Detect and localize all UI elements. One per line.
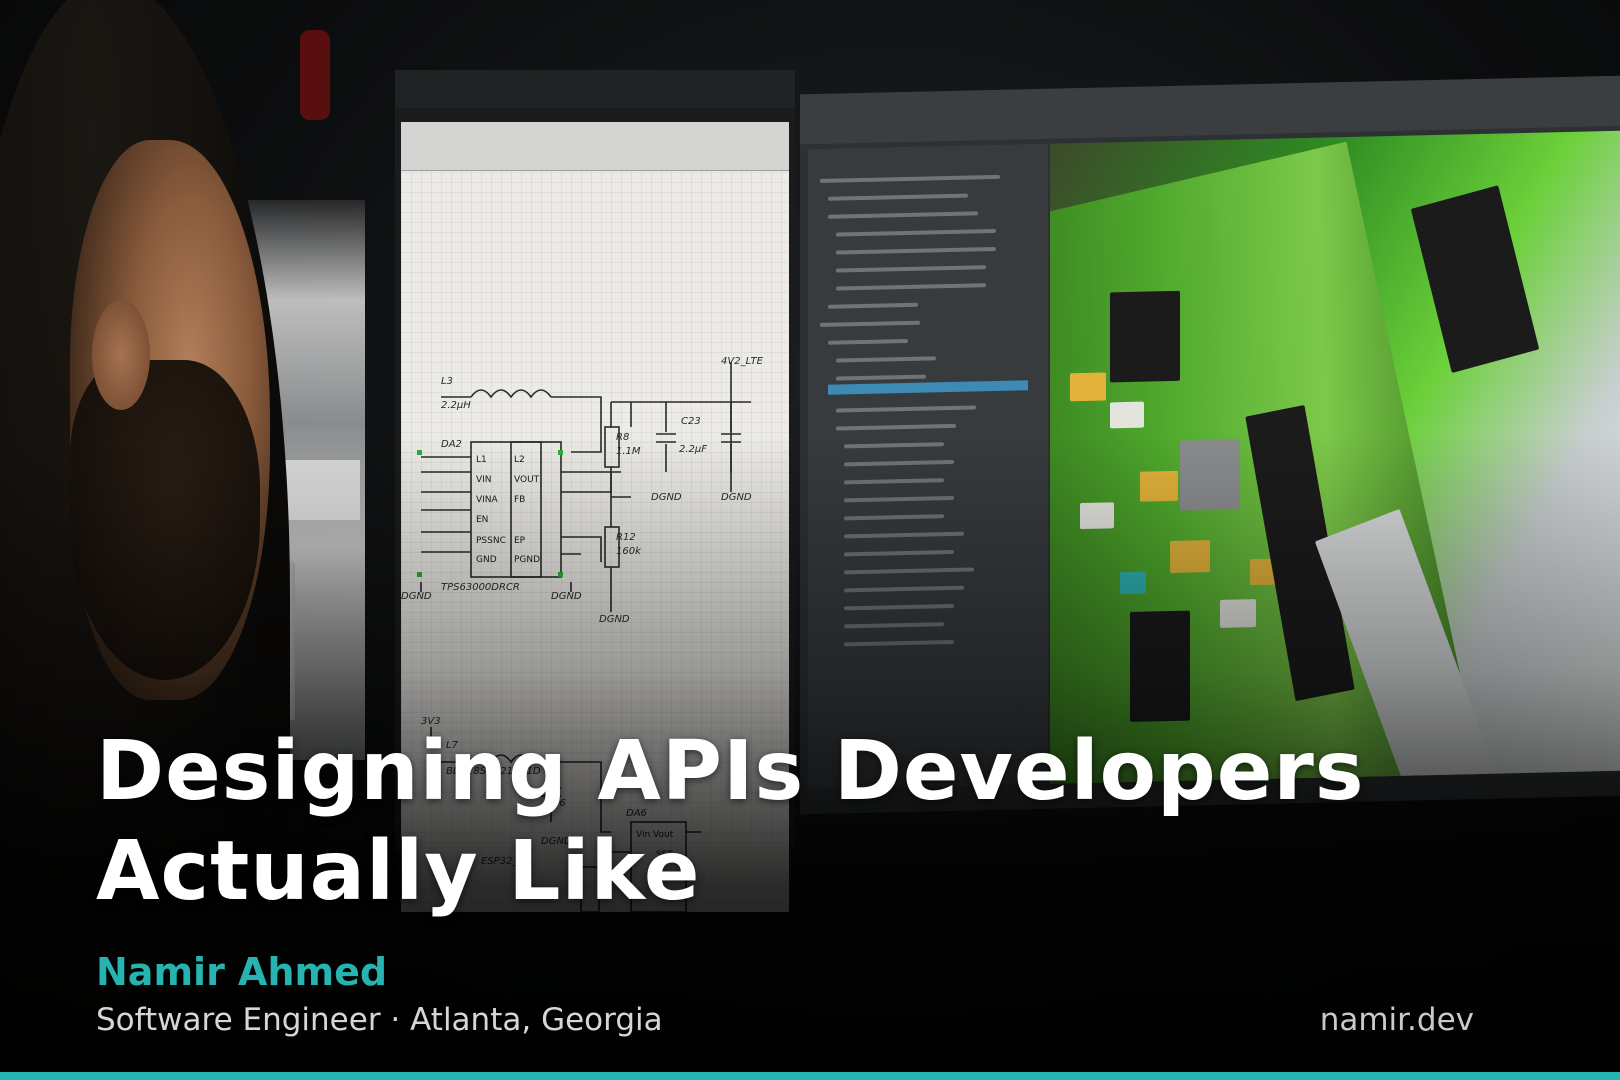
post-title: Designing APIs Developers Actually Like	[96, 722, 1536, 922]
site-url[interactable]: namir.dev	[1320, 1002, 1474, 1038]
title-block: Designing APIs Developers Actually Like	[96, 722, 1536, 922]
author-name: Namir Ahmed	[96, 950, 388, 994]
author-subtitle: Software Engineer · Atlanta, Georgia	[96, 1002, 663, 1038]
post-title-line2: Actually Like	[96, 824, 701, 919]
post-title-line1: Designing APIs Developers	[96, 724, 1365, 819]
accent-bar	[0, 1072, 1620, 1080]
